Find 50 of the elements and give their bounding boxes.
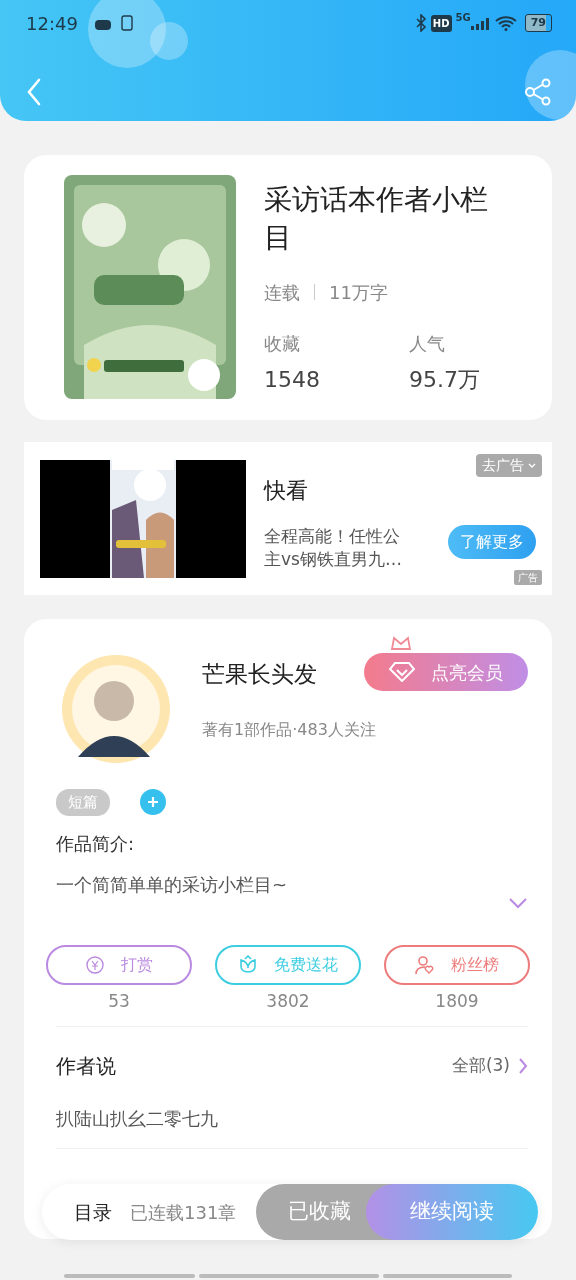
back-icon[interactable] [26,78,42,106]
person-heart-icon [415,954,435,975]
action-count: 53 [108,989,130,1013]
plus-icon [147,796,159,809]
author-name: 芒果长头发 [202,660,317,689]
hd-badge: HD [430,14,452,32]
signal-icon [470,16,489,30]
catalog-link[interactable]: 目录 [74,1197,112,1227]
remove-ads-button[interactable]: 去广告 [476,454,542,477]
view-all-link[interactable]: 全部(3) [451,1053,528,1079]
ad-label: 广告 [514,570,542,585]
intro-text: 一个简简单单的采访小栏目~ [56,872,288,897]
bluetooth-icon [414,14,427,32]
ad-description: 全程高能！任性公主vs钢铁直男九… [264,525,403,571]
ad-title: 快看 [264,477,309,505]
stat-value: 1548 [264,365,321,394]
crown-icon [390,633,412,651]
flower-icon [238,954,258,975]
stat-value: 95.7万 [409,365,481,394]
expand-icon[interactable] [508,896,528,909]
serial-status: 连载 [264,280,300,305]
author-stats: 著有1部作品·483人关注 [202,718,377,741]
caret-icon [528,462,536,469]
action-button[interactable]: 打赏 [46,944,192,985]
book-title: 采访话本作者小栏目 [264,182,489,256]
intro-label: 作品简介: [56,831,136,856]
coin-icon [85,954,105,975]
author-note: 扒陆山扒幺二零七九 [56,1107,219,1131]
action-count: 1809 [435,989,479,1013]
network-label: 5G [455,11,471,25]
stat-label: 收藏 [264,331,301,356]
stat-label: 人气 [409,331,446,356]
battery-indicator: 79 [524,13,552,33]
word-count: 11万字 [329,280,388,305]
action-button[interactable]: 免费送花 [215,944,361,985]
share-icon[interactable] [524,78,552,106]
add-tag-button[interactable] [140,789,166,816]
status-time: 12:49 [26,11,78,36]
diamond-icon [389,662,415,682]
continue-reading-button[interactable]: 继续阅读 [366,1184,538,1240]
bubble [525,50,576,120]
learn-more-button[interactable]: 了解更多 [448,525,536,559]
section-title: 作者说 [56,1053,116,1080]
action-button[interactable]: 粉丝榜 [384,944,530,985]
chevron-right-icon [518,1057,528,1075]
vip-button[interactable]: 点亮会员 [364,653,528,691]
document-icon [119,15,134,31]
action-count: 3802 [266,989,310,1013]
wifi-icon [494,15,517,31]
chapter-count: 已连载131章 [130,1200,237,1225]
